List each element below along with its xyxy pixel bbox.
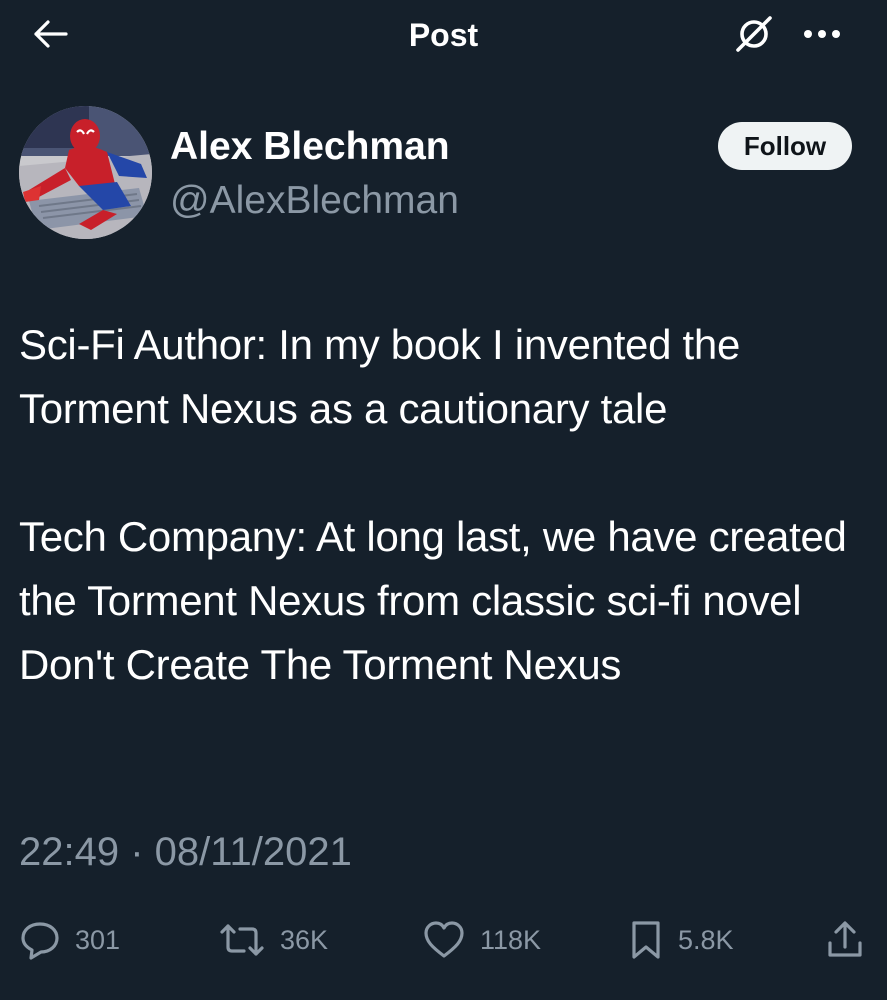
reply-icon xyxy=(19,919,61,961)
more-horizontal-icon xyxy=(802,27,842,45)
like-count: 118K xyxy=(480,925,542,955)
reply-count: 301 xyxy=(75,925,121,955)
like-button[interactable]: 118K xyxy=(422,914,541,966)
avatar[interactable] xyxy=(19,106,152,239)
grok-button[interactable] xyxy=(732,14,776,58)
repost-button[interactable]: 36K xyxy=(218,914,328,966)
share-button[interactable] xyxy=(824,914,866,966)
bookmark-count: 5.8K xyxy=(678,925,734,955)
reply-button[interactable]: 301 xyxy=(19,914,120,966)
post-text: Sci-Fi Author: In my book I invented the… xyxy=(19,321,847,688)
grok-icon xyxy=(734,14,774,59)
heart-icon xyxy=(422,919,466,961)
bookmark-button[interactable]: 5.8K xyxy=(628,914,734,966)
post-timestamp[interactable]: 22:49 · 08/11/2021 xyxy=(19,826,352,878)
repost-icon xyxy=(218,919,266,961)
author-handle[interactable]: @AlexBlechman xyxy=(170,178,459,224)
top-bar: Post xyxy=(0,0,887,72)
repost-count: 36K xyxy=(280,925,329,955)
bookmark-icon xyxy=(628,919,664,961)
more-button[interactable] xyxy=(798,14,846,58)
follow-button[interactable]: Follow xyxy=(718,122,852,170)
action-bar: 301 36K 118K 5.8K xyxy=(0,914,887,966)
author-name[interactable]: Alex Blechman xyxy=(170,124,450,170)
share-icon xyxy=(824,919,866,961)
